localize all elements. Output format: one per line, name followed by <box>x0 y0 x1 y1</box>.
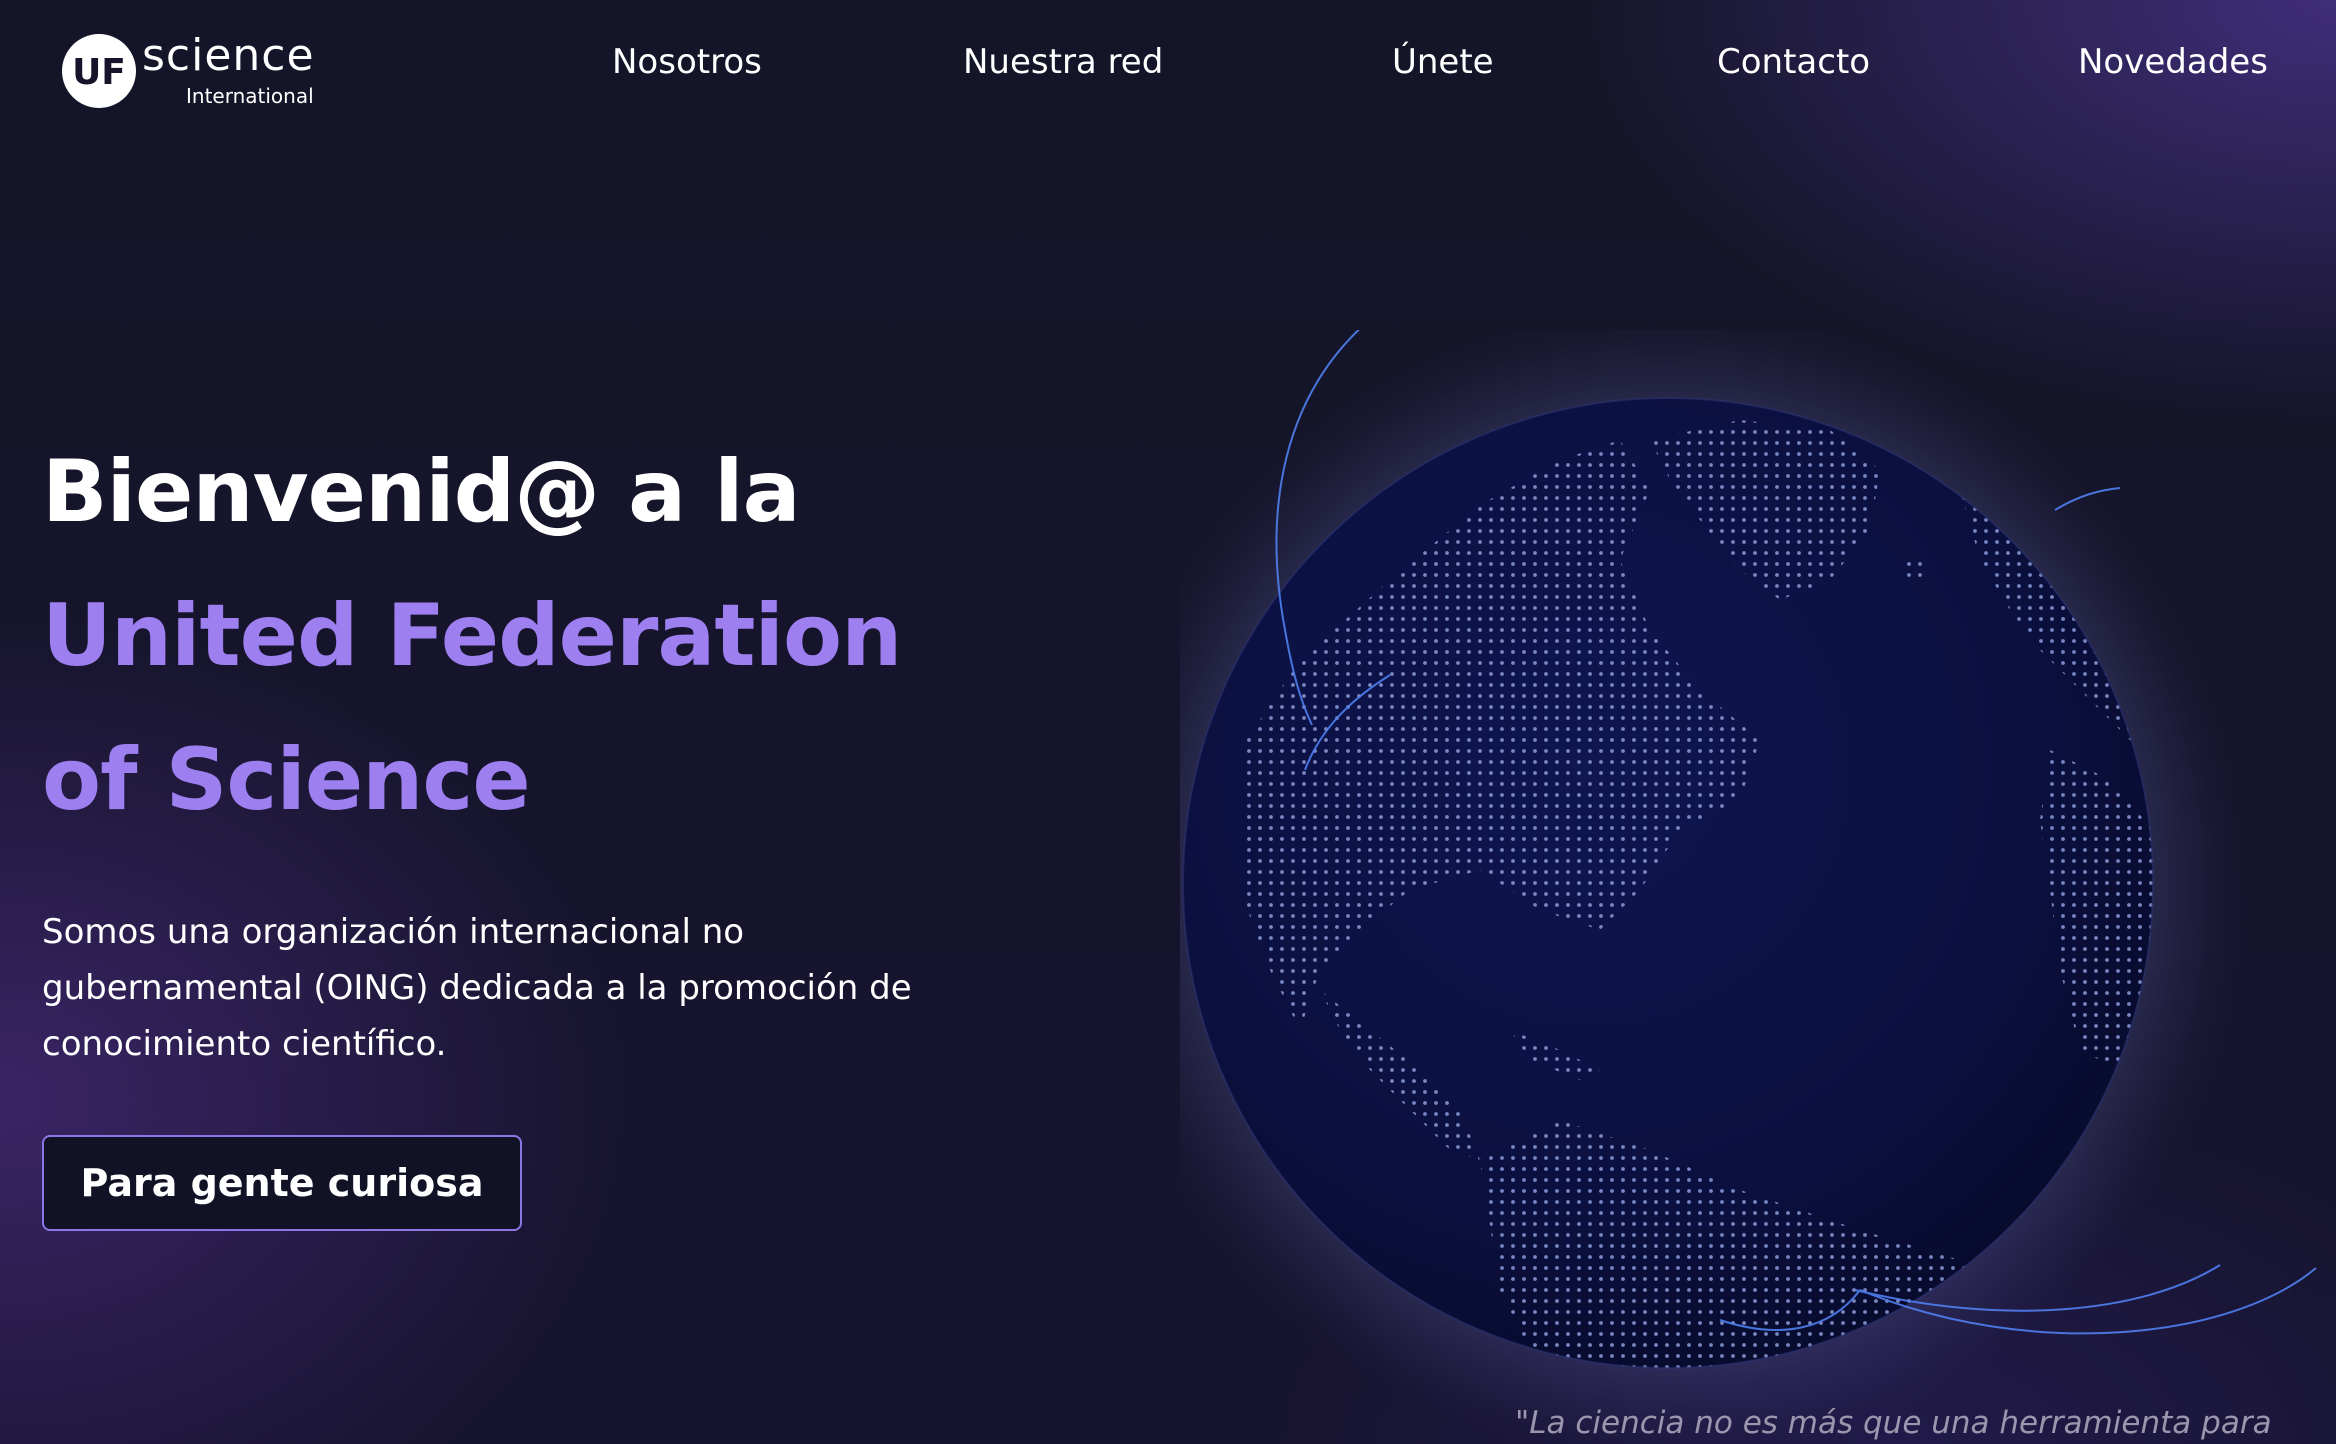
cta-button-curiosos[interactable]: Para gente curiosa <box>42 1135 522 1231</box>
nav-link-contacto[interactable]: Contacto <box>1717 42 1870 83</box>
globe-illustration <box>1180 330 2336 1444</box>
hero-title: Bienvenid@ a la United Federation of Sci… <box>42 420 902 852</box>
logo-badge-letters: UF <box>72 52 126 93</box>
logo-wordmark: science <box>142 30 315 81</box>
uf-science-logo[interactable]: UF science International <box>58 28 338 112</box>
quote-text: "La ciencia no es más que una herramient… <box>1515 1405 2272 1441</box>
hero-title-line-2: United Federation <box>42 586 902 686</box>
hero-title-line-3: of Science <box>42 730 531 830</box>
site-header: UF science International Nosotros Nuestr… <box>0 0 2336 135</box>
earth-globe-icon <box>1180 330 2317 1444</box>
hero-title-line-1: Bienvenid@ a la <box>42 442 801 542</box>
hero-description: Somos una organización internacional no … <box>42 912 912 1064</box>
nav-link-novedades[interactable]: Novedades <box>2078 42 2268 83</box>
nav-link-unete[interactable]: Únete <box>1392 42 1494 83</box>
nav-link-nuestra-red[interactable]: Nuestra red <box>963 42 1163 83</box>
nav-link-nosotros[interactable]: Nosotros <box>612 42 762 83</box>
logo-badge-icon: UF <box>62 34 136 108</box>
logo-subtitle: International <box>186 84 314 108</box>
